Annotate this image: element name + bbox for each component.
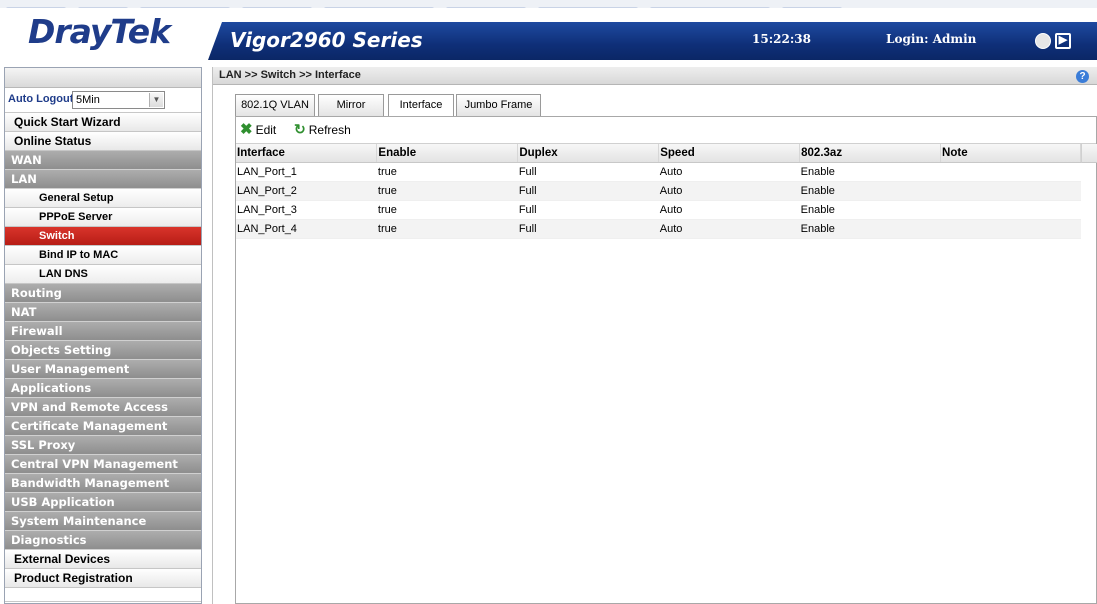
breadcrumb-bar: LAN >> Switch >> Interface ?: [213, 67, 1097, 85]
table-header-row: Interface Enable Duplex Speed 802.3az No…: [236, 144, 1081, 163]
table-cell: Full: [517, 200, 659, 220]
table-cell: true: [376, 181, 518, 201]
login-status: Login: Admin: [886, 32, 977, 46]
system-clock: 15:22:38: [752, 32, 811, 46]
auto-logout-select[interactable]: 5Min ▼: [72, 91, 165, 109]
table-cell: true: [376, 219, 518, 239]
sidebar-item-product-registration[interactable]: Product Registration: [5, 569, 201, 588]
edit-button[interactable]: ✖ Edit: [240, 121, 277, 138]
table-cell: true: [376, 200, 518, 220]
sidebar-item-pppoe-server[interactable]: PPPoE Server: [5, 208, 201, 227]
table-cell: Full: [517, 219, 659, 239]
table-cell: [940, 162, 1081, 182]
table-cell: Auto: [658, 200, 800, 220]
sidebar-item-objects-setting[interactable]: Objects Setting: [5, 341, 201, 360]
chevron-down-icon[interactable]: ▼: [149, 93, 163, 107]
column-header-8023az[interactable]: 802.3az: [799, 144, 942, 163]
table-row[interactable]: LAN_Port_3 true Full Auto Enable: [236, 200, 1081, 220]
sidebar-item-general-setup[interactable]: General Setup: [5, 189, 201, 208]
table-cell: Auto: [658, 219, 800, 239]
auto-logout-row: Auto Logout : 5Min ▼: [5, 88, 201, 113]
browser-bookmarks-strip: [0, 0, 1097, 8]
tab-interface[interactable]: Interface: [388, 94, 454, 117]
sidebar-item-lan-dns[interactable]: LAN DNS: [5, 265, 201, 284]
sidebar-item-wan[interactable]: WAN: [5, 151, 201, 170]
sidebar-top-bar: [5, 68, 201, 88]
sidebar-item-central-vpn-management[interactable]: Central VPN Management: [5, 455, 201, 474]
refresh-label: Refresh: [308, 123, 351, 137]
sidebar-item-vpn-and-remote-access[interactable]: VPN and Remote Access: [5, 398, 201, 417]
column-header-enable[interactable]: Enable: [376, 144, 519, 163]
brand-logo: DrayTek: [28, 12, 171, 51]
column-header-note[interactable]: Note: [940, 144, 1081, 163]
toolbar: ✖ Edit ↻ Refresh: [236, 117, 1096, 144]
interface-table: Interface Enable Duplex Speed 802.3az No…: [236, 144, 1081, 239]
bulb-icon[interactable]: [1035, 33, 1051, 49]
sidebar-item-nat[interactable]: NAT: [5, 303, 201, 322]
table-cell: Full: [517, 181, 659, 201]
table-cell: LAN_Port_3: [236, 200, 377, 220]
sidebar-item-lan[interactable]: LAN: [5, 170, 201, 189]
sidebar-item-ssl-proxy[interactable]: SSL Proxy: [5, 436, 201, 455]
sidebar-item-certificate-management[interactable]: Certificate Management: [5, 417, 201, 436]
column-header-duplex[interactable]: Duplex: [517, 144, 660, 163]
tab-jumbo-frame[interactable]: Jumbo Frame: [456, 94, 541, 116]
sidebar-item-applications[interactable]: Applications: [5, 379, 201, 398]
table-cell: LAN_Port_4: [236, 219, 377, 239]
table-cell: LAN_Port_1: [236, 162, 377, 182]
table-cell: [940, 219, 1081, 239]
sidebar: Auto Logout : 5Min ▼ Quick Start Wizard O…: [4, 67, 202, 604]
help-icon[interactable]: ?: [1076, 70, 1089, 83]
breadcrumb: LAN >> Switch >> Interface: [219, 69, 361, 81]
auto-logout-label: Auto Logout :: [8, 93, 81, 105]
table-cell: true: [376, 162, 518, 182]
table-cell: Auto: [658, 181, 800, 201]
table-cell: Enable: [799, 200, 941, 220]
table-row[interactable]: LAN_Port_4 true Full Auto Enable: [236, 219, 1081, 239]
table-cell: [940, 181, 1081, 201]
table-cell: [940, 200, 1081, 220]
interface-panel: ✖ Edit ↻ Refresh Interface Enable Duplex S…: [235, 116, 1097, 604]
sidebar-item-firewall[interactable]: Firewall: [5, 322, 201, 341]
table-cell: Enable: [799, 162, 941, 182]
edit-icon: ✖: [240, 121, 253, 138]
sidebar-item-online-status[interactable]: Online Status: [5, 132, 201, 151]
table-cell: Auto: [658, 162, 800, 182]
main-content: LAN >> Switch >> Interface ? 802.1Q VLAN…: [212, 67, 1097, 604]
sidebar-item-external-devices[interactable]: External Devices: [5, 550, 201, 569]
logout-icon[interactable]: ▶: [1055, 33, 1071, 49]
column-header-speed[interactable]: Speed: [658, 144, 801, 163]
column-header-interface[interactable]: Interface: [236, 144, 378, 163]
sidebar-item-usb-application[interactable]: USB Application: [5, 493, 201, 512]
table-cell: Enable: [799, 181, 941, 201]
sidebar-item-switch[interactable]: Switch: [5, 227, 201, 246]
table-row[interactable]: LAN_Port_2 true Full Auto Enable: [236, 181, 1081, 201]
series-title: Vigor2960 Series: [230, 28, 423, 52]
edit-label: Edit: [255, 123, 277, 137]
refresh-icon: ↻: [294, 121, 306, 137]
sidebar-item-quick-start-wizard[interactable]: Quick Start Wizard: [5, 113, 201, 132]
sidebar-item-bind-ip-to-mac[interactable]: Bind IP to MAC: [5, 246, 201, 265]
table-cell: LAN_Port_2: [236, 181, 377, 201]
table-header-scroll-cap: [1081, 144, 1097, 163]
refresh-button[interactable]: ↻ Refresh: [294, 121, 351, 137]
sidebar-menu: Quick Start Wizard Online Status WAN LAN Gen…: [5, 113, 201, 588]
sidebar-item-routing[interactable]: Routing: [5, 284, 201, 303]
table-row[interactable]: LAN_Port_1 true Full Auto Enable: [236, 162, 1081, 182]
sidebar-item-system-maintenance[interactable]: System Maintenance: [5, 512, 201, 531]
table-cell: Full: [517, 162, 659, 182]
sidebar-filler: [5, 588, 201, 602]
tab-mirror[interactable]: Mirror: [318, 94, 384, 116]
tab-8021q-vlan[interactable]: 802.1Q VLAN: [235, 94, 315, 116]
sidebar-item-diagnostics[interactable]: Diagnostics: [5, 531, 201, 550]
app-header: DrayTek Vigor2960 Series 15:22:38 Login:…: [0, 8, 1097, 64]
sidebar-item-bandwidth-management[interactable]: Bandwidth Management: [5, 474, 201, 493]
sidebar-item-user-management[interactable]: User Management: [5, 360, 201, 379]
auto-logout-value: 5Min: [76, 94, 100, 106]
table-cell: Enable: [799, 219, 941, 239]
